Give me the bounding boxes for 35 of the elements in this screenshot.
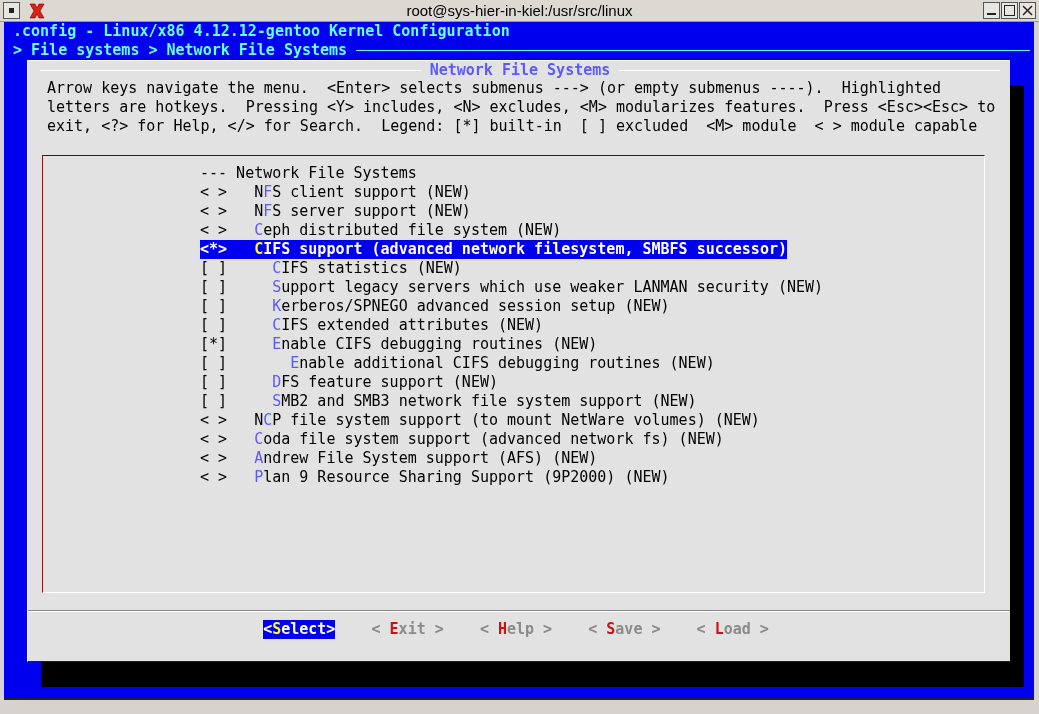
menu-item[interactable]: < > NFS client support (NEW) — [200, 183, 471, 202]
maximize-button[interactable] — [1001, 2, 1018, 19]
menu-item[interactable]: [ ] Kerberos/SPNEGO advanced session setup (NEW) — [200, 297, 670, 316]
menu-item[interactable]: < > Coda file system support (advanced network fs) (NEW) — [200, 430, 724, 449]
menu-item[interactable]: < > Plan 9 Resource Sharing Support (9P2000) (NEW) — [200, 468, 670, 487]
breadcrumb: > File systems > Network File Systems — [13, 41, 348, 60]
window-title: root@sys-hier-in-kiel:/usr/src/linux — [405, 2, 634, 19]
terminal-app-icon — [29, 2, 45, 19]
minimize-icon — [987, 13, 996, 15]
menu-item[interactable]: < > NCP file system support (to mount NetWare volumes) (NEW) — [200, 411, 760, 430]
menu-item[interactable]: [ ] Support legacy servers which use weaker LANMAN security (NEW) — [200, 278, 824, 297]
menu-item[interactable]: < > Andrew File System support (AFS) (NEW) — [200, 449, 598, 468]
menu-item[interactable]: [ ] Enable additional CIFS debugging routines (NEW) — [200, 354, 715, 373]
menu-item[interactable]: [ ] CIFS extended attributes (NEW) — [200, 316, 544, 335]
minimize-button[interactable] — [983, 2, 1000, 19]
menu-item[interactable]: [ ] CIFS statistics (NEW) — [200, 259, 462, 278]
close-icon — [1022, 5, 1033, 16]
help-text: Arrow keys navigate the menu. <Enter> selects submenus ---> (or empty submenus ----). Highlighted letters are hotkeys. Pressing <Y> includes, <N> excludes, <M> modularizes features. Press <Esc><Esc> to exit, <?> for Help, </> for Search. Legend: [*] built-in [ ] excluded <M> module < > module capable — [46, 79, 997, 136]
maximize-icon — [1004, 5, 1015, 16]
menu-item[interactable]: <*> CIFS support (advanced network filesystem, SMBFS successor) — [200, 240, 787, 259]
window-menu-button[interactable] — [3, 2, 20, 19]
dialog-button[interactable]: < Exit > — [371, 620, 444, 639]
dialog-button[interactable]: < Save > — [588, 620, 661, 639]
menu-item[interactable]: < > Ceph distributed file system (NEW) — [200, 221, 562, 240]
dialog-button[interactable]: < Help > — [479, 620, 553, 639]
menu-item[interactable]: < > NFS server support (NEW) — [200, 202, 471, 221]
dialog-title: Network File Systems — [428, 60, 612, 80]
menu-item[interactable]: [ ] DFS feature support (NEW) — [200, 373, 498, 392]
dialog-button[interactable]: < Load > — [696, 620, 769, 639]
menu-item[interactable]: --- Network File Systems — [200, 164, 417, 183]
menu-item[interactable]: [ ] SMB2 and SMB3 network file system support (NEW) — [200, 392, 697, 411]
config-heading: .config - Linux/x86 4.12.12-gentoo Kernel Configuration — [13, 22, 511, 41]
menu-item[interactable]: [*] Enable CIFS debugging routines (NEW) — [200, 335, 598, 354]
dialog-button[interactable]: <Select> — [263, 620, 336, 639]
close-button[interactable] — [1019, 2, 1036, 19]
